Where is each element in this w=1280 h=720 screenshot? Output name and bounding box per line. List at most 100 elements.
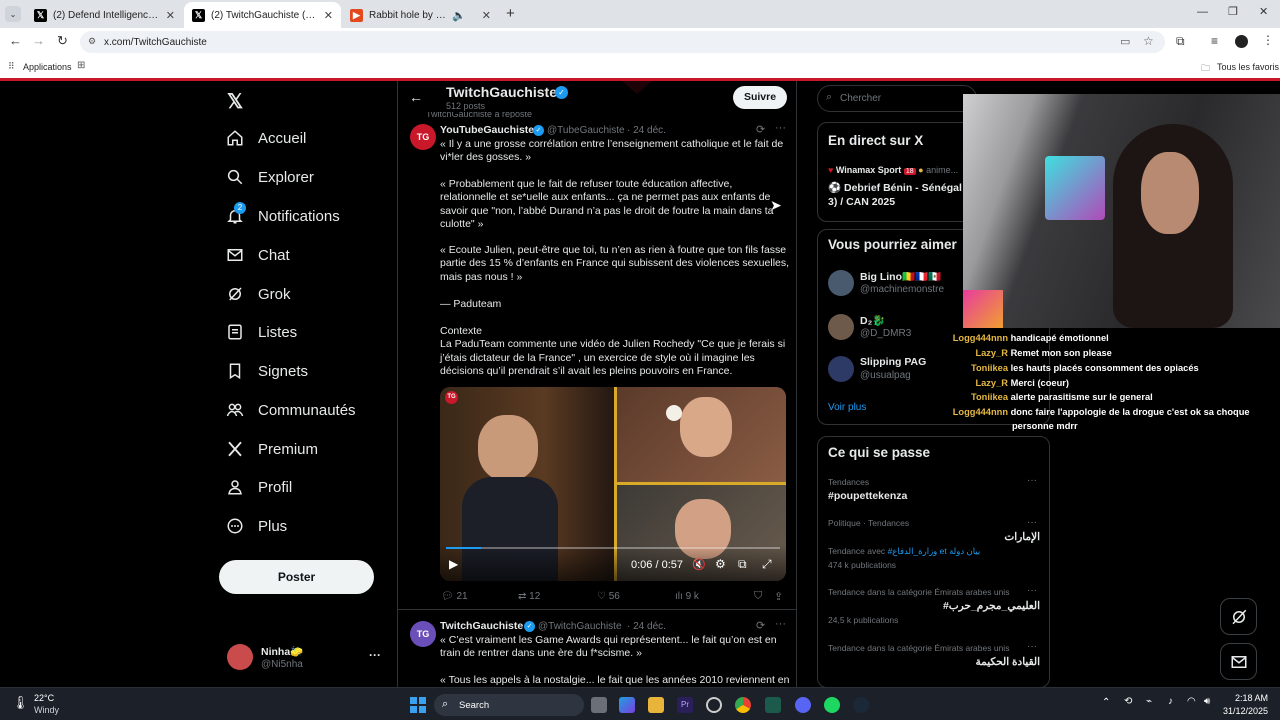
repost-button[interactable]: ⇄ 12	[518, 591, 540, 602]
search-input[interactable]: ⌕ Chercher	[817, 85, 977, 112]
bookmark-all-favorites[interactable]: Tous les favoris	[1217, 62, 1279, 72]
window-close-icon[interactable]: ✕	[1259, 5, 1268, 18]
trend-item[interactable]: Tendance dans la catégorie Émirats arabe…	[818, 641, 1049, 675]
tweet-author-name[interactable]: TwitchGauchiste	[440, 620, 523, 632]
wifi-icon[interactable]: ◠	[1187, 696, 1196, 707]
settings-gear-icon[interactable]: ⚙	[715, 557, 726, 571]
bookmark-icon[interactable]: ⛉	[754, 590, 762, 603]
discord-icon[interactable]	[795, 697, 811, 713]
more-dots-icon[interactable]: ···	[1027, 517, 1037, 528]
mute-icon[interactable]: 🔇	[692, 558, 706, 571]
file-explorer-icon[interactable]	[648, 697, 664, 713]
sidebar-item-chat[interactable]: Chat	[226, 242, 290, 268]
tweet-date[interactable]: · 24 déc.	[627, 125, 666, 136]
spotify-icon[interactable]	[824, 697, 840, 713]
tab-search-chevron-icon[interactable]: ⌄	[5, 6, 21, 22]
site-info-icon[interactable]: ⚙	[88, 36, 96, 47]
taskbar-search[interactable]: ⌕ Search	[434, 694, 584, 716]
sidebar-item-premium[interactable]: Premium	[226, 436, 318, 462]
tweet-author-name[interactable]: YouTubeGauchiste	[440, 124, 534, 136]
tray-app-icon[interactable]: ⟲	[1124, 696, 1132, 707]
post-button[interactable]: Poster	[219, 560, 374, 594]
tweet-date[interactable]: · 24 déc.	[627, 621, 666, 632]
views-button[interactable]: ılı 9 k	[675, 591, 699, 602]
close-icon[interactable]: ✕	[482, 9, 491, 22]
obs-icon[interactable]	[706, 697, 722, 713]
restore-icon[interactable]: ❐	[1228, 5, 1238, 18]
app-icon[interactable]	[765, 697, 781, 713]
trend-item[interactable]: Tendances #poupettekenza ···	[818, 473, 1049, 507]
back-arrow-icon[interactable]: ←	[409, 89, 423, 105]
sidebar-item-lists[interactable]: Listes	[226, 319, 297, 345]
more-dots-icon[interactable]: ···	[369, 648, 381, 662]
grok-explain-icon[interactable]: ⟳	[756, 619, 765, 632]
video-progress-track[interactable]	[446, 547, 780, 549]
cast-icon[interactable]: ▭	[1120, 35, 1130, 48]
tab-twitchgauchiste[interactable]: 𝕏 (2) TwitchGauchiste (@TwitchGa ✕	[184, 2, 341, 28]
premiere-icon[interactable]: Pr	[677, 697, 693, 713]
microphone-icon[interactable]: ♪	[1168, 696, 1173, 707]
trend-item[interactable]: Tendance dans la catégorie Émirats arabe…	[818, 585, 1049, 631]
new-tab-plus-icon[interactable]: +	[506, 5, 515, 22]
media-control-icon[interactable]: ≡	[1211, 34, 1218, 48]
bookmark-applications[interactable]: Applications	[23, 62, 72, 72]
app-icon[interactable]	[619, 697, 635, 713]
tab-groups-icon[interactable]: ⊞	[77, 60, 85, 71]
sidebar-item-profile[interactable]: Profil	[226, 474, 292, 500]
sidebar-item-bookmarks[interactable]: Signets	[226, 358, 308, 384]
fullscreen-icon[interactable]: ⤢	[762, 557, 772, 572]
tray-chevron-icon[interactable]: ⌃	[1102, 697, 1110, 708]
tweet-card[interactable]: TG YouTubeGauchiste ✓ @TubeGauchiste · 2…	[398, 119, 796, 609]
address-bar[interactable]: ⚙ x.com/TwitchGauchiste ▭ ☆	[80, 31, 1165, 53]
back-arrow-icon[interactable]: ←	[9, 33, 22, 48]
more-dots-icon[interactable]: ···	[775, 122, 786, 134]
minimize-icon[interactable]: —	[1197, 6, 1208, 18]
video-player[interactable]: TG ▶ 0:06 / 0:57 🔇 ⚙ ⧉ ⤢	[440, 387, 786, 581]
steam-icon[interactable]	[853, 697, 869, 713]
sidebar-item-home[interactable]: Accueil	[226, 125, 306, 151]
bookmark-star-icon[interactable]: ☆	[1143, 34, 1154, 48]
chrome-icon[interactable]	[735, 697, 751, 713]
close-icon[interactable]: ✕	[166, 9, 175, 22]
profile-avatar[interactable]	[1235, 35, 1248, 48]
forward-arrow-icon[interactable]: →	[32, 33, 45, 48]
grok-explain-icon[interactable]: ⟳	[756, 123, 765, 136]
sidebar-item-explore[interactable]: Explorer	[226, 164, 314, 190]
live-event-title[interactable]: ⚽ Debrief Bénin - Sénégal ( 3) / CAN 202…	[828, 181, 968, 209]
more-dots-icon[interactable]: ···	[1027, 641, 1037, 652]
more-dots-icon[interactable]: ···	[1027, 475, 1037, 486]
like-button[interactable]: ♡ 56	[597, 591, 620, 602]
avatar[interactable]: TG	[410, 124, 436, 150]
task-view-icon[interactable]	[591, 697, 607, 713]
close-icon[interactable]: ✕	[324, 9, 333, 22]
speaker-icon[interactable]: 🔈	[452, 9, 466, 22]
pip-icon[interactable]: ⧉	[738, 557, 747, 572]
messages-floating-button[interactable]	[1220, 643, 1257, 680]
play-icon[interactable]: ▶	[449, 557, 458, 571]
extensions-icon[interactable]: ⧉	[1176, 34, 1185, 49]
tab-defend-intelligence[interactable]: 𝕏 (2) Defend Intelligence (Anis Ay ✕	[26, 2, 183, 28]
live-host-row[interactable]: ♥ Winamax Sport 18 ● anime...	[828, 165, 958, 175]
sidebar-item-grok[interactable]: Grok	[226, 281, 291, 307]
share-icon[interactable]: ⇪	[774, 590, 783, 603]
tweet-card[interactable]: TG TwitchGauchiste ✓ @TwitchGauchiste · …	[398, 616, 796, 687]
avatar[interactable]: TG	[410, 621, 436, 647]
grok-floating-button[interactable]	[1220, 598, 1257, 635]
tray-app-icon[interactable]: ⌁	[1146, 696, 1152, 707]
volume-icon[interactable]: 🔊︎	[1204, 696, 1210, 707]
more-dots-icon[interactable]: ···	[775, 618, 786, 630]
account-switcher[interactable]: Ninha🧽 @Ni5nha ···	[219, 640, 389, 676]
tweet-author-handle[interactable]: @TwitchGauchiste	[538, 621, 622, 632]
trend-item[interactable]: Politique · Tendances الإمارات Tendance …	[818, 515, 1049, 579]
sidebar-item-notifications[interactable]: 2 Notifications	[226, 202, 340, 229]
weather-widget[interactable]: 🌡	[12, 693, 32, 713]
follow-button[interactable]: Suivre	[733, 86, 787, 109]
tweet-author-handle[interactable]: @TubeGauchiste	[547, 125, 625, 136]
more-dots-icon[interactable]: ···	[1027, 585, 1037, 596]
tab-rabbit-hole[interactable]: ▶ Rabbit hole by Lazy R 🔈 ✕	[342, 2, 499, 28]
x-logo-icon[interactable]: 𝕏	[227, 89, 243, 114]
reload-icon[interactable]: ↻	[57, 33, 68, 49]
see-more-link[interactable]: Voir plus	[828, 402, 866, 413]
browser-menu-icon[interactable]: ⋮	[1262, 33, 1274, 47]
sidebar-item-more[interactable]: Plus	[226, 513, 287, 539]
